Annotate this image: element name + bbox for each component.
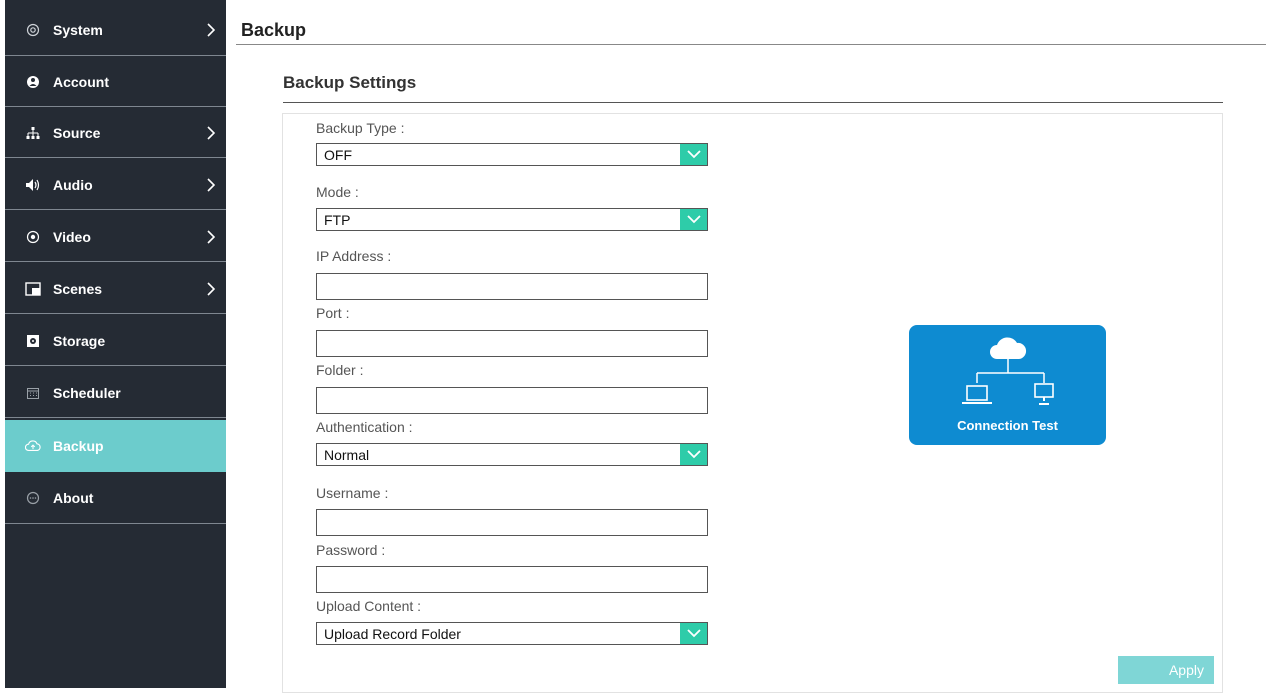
sidebar-item-label: Account bbox=[53, 73, 109, 90]
port-label: Port : bbox=[316, 305, 350, 321]
sidebar-item-label: Scheduler bbox=[53, 384, 121, 401]
chevron-right-icon bbox=[204, 125, 218, 141]
chevron-down-icon[interactable] bbox=[680, 444, 707, 465]
scenes-icon bbox=[25, 281, 41, 297]
authentication-value: Normal bbox=[324, 446, 370, 463]
sidebar-item-storage[interactable]: Storage bbox=[5, 316, 226, 366]
sidebar-item-scheduler[interactable]: Scheduler bbox=[5, 368, 226, 418]
chevron-right-icon bbox=[204, 229, 218, 245]
chevron-right-icon bbox=[204, 177, 218, 193]
chevron-down-icon[interactable] bbox=[680, 144, 707, 165]
sidebar-item-label: Video bbox=[53, 228, 91, 245]
upload-content-value: Upload Record Folder bbox=[324, 625, 461, 642]
sidebar-item-video[interactable]: Video bbox=[5, 212, 226, 262]
ip-address-label: IP Address : bbox=[316, 248, 392, 264]
backup-type-select[interactable]: OFF bbox=[316, 143, 708, 166]
username-input[interactable] bbox=[316, 509, 708, 536]
folder-input[interactable] bbox=[316, 387, 708, 414]
sidebar-item-backup[interactable]: Backup bbox=[5, 420, 226, 472]
system-icon bbox=[25, 22, 41, 38]
storage-icon bbox=[25, 333, 41, 349]
page-title: Backup bbox=[241, 20, 307, 40]
sidebar-item-label: Audio bbox=[53, 176, 93, 193]
video-icon bbox=[25, 229, 41, 245]
network-icon bbox=[962, 337, 1054, 405]
username-label: Username : bbox=[316, 485, 389, 501]
chevron-right-icon bbox=[204, 22, 218, 38]
sidebar-item-account[interactable]: Account bbox=[5, 57, 226, 107]
upload-content-label: Upload Content : bbox=[316, 598, 422, 614]
cloud-upload-icon bbox=[25, 438, 41, 454]
authentication-label: Authentication : bbox=[316, 419, 413, 435]
chevron-right-icon bbox=[204, 281, 218, 297]
backup-type-value: OFF bbox=[324, 146, 352, 163]
password-label: Password : bbox=[316, 542, 386, 558]
sidebar-item-about[interactable]: About bbox=[5, 473, 226, 524]
mode-value: FTP bbox=[324, 211, 351, 228]
connection-test-label: Connection Test bbox=[957, 418, 1058, 433]
sidebar-item-label: Source bbox=[53, 124, 101, 141]
sidebar-item-scenes[interactable]: Scenes bbox=[5, 264, 226, 314]
chevron-down-icon[interactable] bbox=[680, 623, 707, 644]
connection-test-button[interactable]: Connection Test bbox=[909, 325, 1106, 445]
apply-button[interactable]: Apply bbox=[1118, 656, 1214, 684]
account-icon bbox=[25, 74, 41, 90]
sidebar-item-label: Storage bbox=[53, 332, 106, 349]
title-divider bbox=[236, 44, 1266, 45]
sidebar-item-source[interactable]: Source bbox=[5, 108, 226, 158]
section-divider bbox=[283, 102, 1223, 103]
ip-address-input[interactable] bbox=[316, 273, 708, 300]
more-icon bbox=[25, 490, 41, 506]
backup-type-label: Backup Type : bbox=[316, 120, 405, 136]
mode-select[interactable]: FTP bbox=[316, 208, 708, 231]
authentication-select[interactable]: Normal bbox=[316, 443, 708, 466]
source-icon bbox=[25, 125, 41, 141]
sidebar: System Account Source Audio Video Scenes… bbox=[5, 0, 226, 688]
folder-label: Folder : bbox=[316, 362, 364, 378]
calendar-icon bbox=[25, 385, 41, 401]
port-input[interactable] bbox=[316, 330, 708, 357]
sidebar-item-label: About bbox=[53, 490, 94, 506]
section-title: Backup Settings bbox=[283, 73, 417, 92]
sidebar-item-audio[interactable]: Audio bbox=[5, 160, 226, 210]
password-input[interactable] bbox=[316, 566, 708, 593]
upload-content-select[interactable]: Upload Record Folder bbox=[316, 622, 708, 645]
sidebar-item-label: System bbox=[53, 21, 103, 38]
mode-label: Mode : bbox=[316, 184, 359, 200]
audio-icon bbox=[25, 177, 41, 193]
sidebar-item-label: Backup bbox=[53, 437, 104, 454]
sidebar-item-system[interactable]: System bbox=[5, 4, 226, 56]
sidebar-item-label: Scenes bbox=[53, 280, 103, 297]
chevron-down-icon[interactable] bbox=[680, 209, 707, 230]
